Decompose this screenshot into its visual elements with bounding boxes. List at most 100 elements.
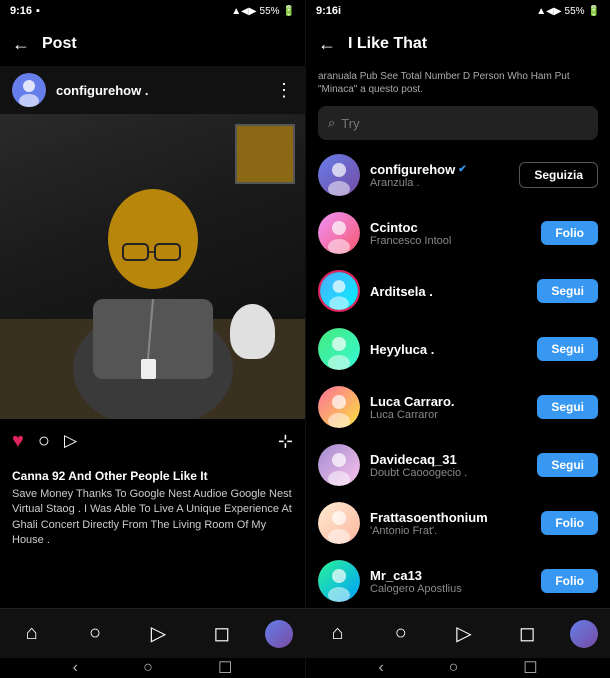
right-back-arrow[interactable]: ← bbox=[318, 34, 336, 55]
nav-shop[interactable]: ◻ bbox=[202, 614, 242, 654]
user-realname: Aranzula . bbox=[370, 177, 519, 189]
user-avatar[interactable] bbox=[318, 212, 360, 254]
left-status-bar: 9:16 ▪ ▲◀▶ 55% 🔋 bbox=[0, 0, 305, 22]
right-panel: 9:16i ▲◀▶ 55% 🔋 ← I Like That aranuala P… bbox=[305, 0, 610, 678]
follow-button[interactable]: Segui bbox=[537, 453, 598, 477]
user-realname: Doubt Caooogecio . bbox=[370, 467, 537, 479]
product-decoration bbox=[230, 304, 275, 359]
user-username[interactable]: Heyyluca . bbox=[370, 342, 537, 357]
left-back-arrow[interactable]: ← bbox=[12, 34, 30, 55]
user-info: Frattasoenthonium'Antonio Frat'. bbox=[370, 510, 541, 537]
user-info: Luca Carraro.Luca Carraror bbox=[370, 394, 537, 421]
like-button[interactable]: ♥ bbox=[12, 430, 24, 453]
user-info: Arditsela . bbox=[370, 284, 537, 299]
user-avatar[interactable] bbox=[318, 328, 360, 370]
bookmark-button[interactable]: ⊹ bbox=[278, 431, 293, 452]
user-avatar[interactable] bbox=[318, 154, 360, 196]
right-gesture-bar: ‹ ○ ☐ bbox=[306, 658, 610, 678]
user-username[interactable]: Ccintoc bbox=[370, 220, 541, 235]
user-info: Davidecaq_31Doubt Caooogecio . bbox=[370, 452, 537, 479]
list-item: Mr_ca13Calogero ApostliusFolio bbox=[306, 552, 610, 608]
post-author-avatar[interactable] bbox=[12, 73, 46, 107]
user-realname: 'Antonio Frat'. bbox=[370, 525, 541, 537]
user-realname: Luca Carraror bbox=[370, 409, 537, 421]
user-realname: Francesco Intool bbox=[370, 235, 541, 247]
user-username[interactable]: Davidecaq_31 bbox=[370, 452, 537, 467]
search-icon: ⌕ bbox=[328, 115, 335, 131]
post-author-username[interactable]: configurehow . bbox=[56, 83, 275, 98]
nav-search[interactable]: ○ bbox=[75, 614, 115, 654]
left-gesture-bar: ‹ ○ ☐ bbox=[0, 658, 305, 678]
user-username[interactable]: Frattasoenthonium bbox=[370, 510, 541, 525]
more-options-button[interactable]: ⋮ bbox=[275, 80, 293, 101]
nav-reels[interactable]: ▷ bbox=[138, 614, 178, 654]
list-item: configurehow✔Aranzula .Seguizia bbox=[306, 146, 610, 204]
user-avatar[interactable] bbox=[318, 502, 360, 544]
caption-text: Save Money Thanks To Google Nest Audioe … bbox=[12, 487, 293, 549]
right-bottom-nav: ⌂ ○ ▷ ◻ bbox=[306, 608, 610, 658]
post-header: configurehow . ⋮ bbox=[0, 66, 305, 114]
r-home-gesture[interactable]: ○ bbox=[449, 659, 459, 677]
user-username[interactable]: Mr_ca13 bbox=[370, 568, 541, 583]
search-bar[interactable]: ⌕ bbox=[318, 106, 598, 140]
nav-profile[interactable] bbox=[265, 620, 293, 648]
right-page-title: I Like That bbox=[348, 35, 427, 53]
right-top-bar: ← I Like That bbox=[306, 22, 610, 66]
left-status-icons: ▲◀▶ 55% 🔋 bbox=[231, 6, 295, 17]
follow-button[interactable]: Segui bbox=[537, 279, 598, 303]
user-info: CcintocFrancesco Intool bbox=[370, 220, 541, 247]
user-avatar[interactable] bbox=[318, 560, 360, 602]
action-bar: ♥ ○ ▷ ⊹ bbox=[0, 419, 305, 463]
back-gesture[interactable]: ‹ bbox=[73, 659, 78, 677]
r-nav-search[interactable]: ○ bbox=[381, 614, 421, 654]
left-time: 9:16 ▪ bbox=[10, 5, 40, 17]
left-bottom-nav: ⌂ ○ ▷ ◻ bbox=[0, 608, 305, 658]
list-item: Davidecaq_31Doubt Caooogecio .Segui bbox=[306, 436, 610, 494]
user-username[interactable]: configurehow✔ bbox=[370, 162, 519, 177]
post-caption: Canna 92 And Other People Like It Save M… bbox=[0, 463, 305, 608]
r-nav-home[interactable]: ⌂ bbox=[318, 614, 358, 654]
home-gesture[interactable]: ○ bbox=[143, 659, 153, 677]
follow-button[interactable]: Folio bbox=[541, 221, 598, 245]
follow-button[interactable]: Folio bbox=[541, 511, 598, 535]
search-input[interactable] bbox=[341, 116, 588, 131]
list-item: Heyyluca .Segui bbox=[306, 320, 610, 378]
right-status-icons: ▲◀▶ 55% 🔋 bbox=[536, 6, 600, 17]
follow-button[interactable]: Segui bbox=[537, 395, 598, 419]
person-image bbox=[33, 129, 273, 419]
user-username[interactable]: Arditsela . bbox=[370, 284, 537, 299]
comment-button[interactable]: ○ bbox=[38, 430, 50, 453]
user-avatar[interactable] bbox=[318, 270, 360, 312]
r-nav-reels[interactable]: ▷ bbox=[444, 614, 484, 654]
verified-badge: ✔ bbox=[458, 164, 466, 175]
user-realname: Calogero Apostlius bbox=[370, 583, 541, 595]
follow-button[interactable]: Seguizia bbox=[519, 162, 598, 188]
left-page-title: Post bbox=[42, 35, 77, 53]
r-recents-gesture[interactable]: ☐ bbox=[523, 658, 537, 678]
user-username[interactable]: Luca Carraro. bbox=[370, 394, 537, 409]
list-item: CcintocFrancesco IntoolFolio bbox=[306, 204, 610, 262]
nav-home[interactable]: ⌂ bbox=[12, 614, 52, 654]
list-item: Luca Carraro.Luca CarrarorSegui bbox=[306, 378, 610, 436]
follow-button[interactable]: Folio bbox=[541, 569, 598, 593]
likes-list: configurehow✔Aranzula .Seguizia CcintocF… bbox=[306, 146, 610, 608]
list-item: Frattasoenthonium'Antonio Frat'.Folio bbox=[306, 494, 610, 552]
recents-gesture[interactable]: ☐ bbox=[218, 658, 232, 678]
r-nav-profile[interactable] bbox=[570, 620, 598, 648]
left-top-bar: ← Post bbox=[0, 22, 305, 66]
post-image bbox=[0, 114, 305, 419]
user-info: Heyyluca . bbox=[370, 342, 537, 357]
right-status-bar: 9:16i ▲◀▶ 55% 🔋 bbox=[306, 0, 610, 22]
follow-button[interactable]: Segui bbox=[537, 337, 598, 361]
list-item: Arditsela .Segui bbox=[306, 262, 610, 320]
likes-count: Canna 92 And Other People Like It bbox=[12, 469, 293, 483]
likes-info-text: aranuala Pub See Total Number D Person W… bbox=[306, 66, 610, 100]
user-avatar[interactable] bbox=[318, 444, 360, 486]
user-info: Mr_ca13Calogero Apostlius bbox=[370, 568, 541, 595]
user-info: configurehow✔Aranzula . bbox=[370, 162, 519, 189]
r-nav-shop[interactable]: ◻ bbox=[507, 614, 547, 654]
share-button[interactable]: ▷ bbox=[64, 431, 77, 451]
user-avatar[interactable] bbox=[318, 386, 360, 428]
r-back-gesture[interactable]: ‹ bbox=[378, 659, 383, 677]
left-panel: 9:16 ▪ ▲◀▶ 55% 🔋 ← Post configurehow . ⋮ bbox=[0, 0, 305, 678]
